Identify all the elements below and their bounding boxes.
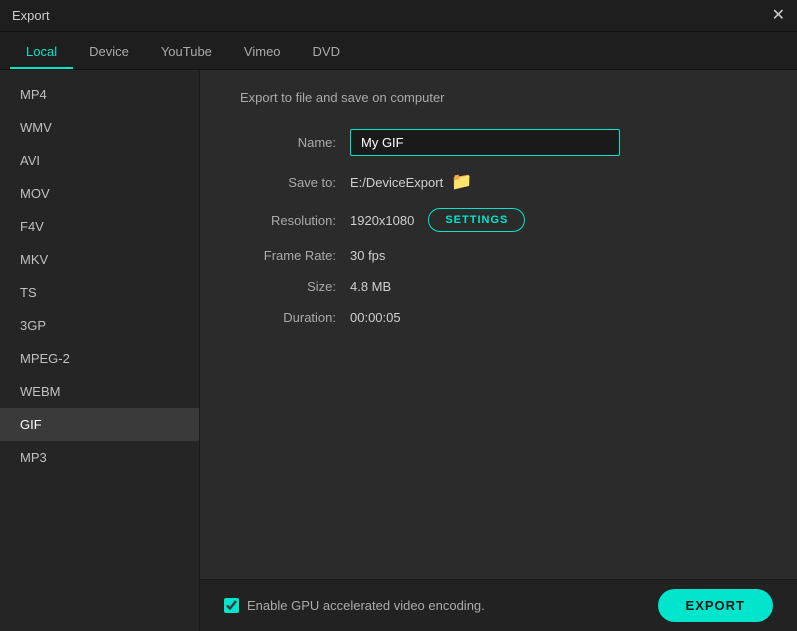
settings-button[interactable]: SETTINGS xyxy=(428,208,525,232)
sidebar-item-wmv[interactable]: WMV xyxy=(0,111,199,144)
sidebar-item-mp3[interactable]: MP3 xyxy=(0,441,199,474)
resolution-row: Resolution: 1920x1080 SETTINGS xyxy=(240,208,757,232)
frame-rate-value: 30 fps xyxy=(350,248,385,263)
size-row: Size: 4.8 MB xyxy=(240,279,757,294)
sidebar-item-mp4[interactable]: MP4 xyxy=(0,78,199,111)
tab-youtube[interactable]: YouTube xyxy=(145,36,228,69)
duration-value: 00:00:05 xyxy=(350,310,401,325)
frame-rate-label: Frame Rate: xyxy=(240,248,350,263)
name-input[interactable] xyxy=(350,129,620,156)
sidebar-item-f4v[interactable]: F4V xyxy=(0,210,199,243)
name-label: Name: xyxy=(240,135,350,150)
save-to-box: E:/DeviceExport 📁 xyxy=(350,172,472,192)
title-bar: Export ✕ xyxy=(0,0,797,32)
duration-row: Duration: 00:00:05 xyxy=(240,310,757,325)
close-button[interactable]: ✕ xyxy=(772,8,785,24)
export-description: Export to file and save on computer xyxy=(240,90,757,105)
tab-local[interactable]: Local xyxy=(10,36,73,69)
export-button[interactable]: EXPORT xyxy=(658,589,773,622)
resolution-value: 1920x1080 xyxy=(350,213,414,228)
sidebar-item-mov[interactable]: MOV xyxy=(0,177,199,210)
sidebar-item-webm[interactable]: WEBM xyxy=(0,375,199,408)
save-to-row: Save to: E:/DeviceExport 📁 xyxy=(240,172,757,192)
gpu-checkbox-row: Enable GPU accelerated video encoding. xyxy=(224,598,485,613)
folder-icon[interactable]: 📁 xyxy=(451,172,472,192)
bottom-bar: Enable GPU accelerated video encoding. E… xyxy=(200,579,797,631)
sidebar-item-gif[interactable]: GIF xyxy=(0,408,199,441)
tab-vimeo[interactable]: Vimeo xyxy=(228,36,297,69)
sidebar: MP4 WMV AVI MOV F4V MKV TS 3GP MPEG-2 WE… xyxy=(0,70,200,631)
save-to-path: E:/DeviceExport xyxy=(350,175,443,190)
save-to-label: Save to: xyxy=(240,175,350,190)
size-value: 4.8 MB xyxy=(350,279,391,294)
sidebar-item-avi[interactable]: AVI xyxy=(0,144,199,177)
size-label: Size: xyxy=(240,279,350,294)
resolution-label: Resolution: xyxy=(240,213,350,228)
content-area: Export to file and save on computer Name… xyxy=(200,70,797,631)
gpu-checkbox[interactable] xyxy=(224,598,239,613)
tab-dvd[interactable]: DVD xyxy=(297,36,356,69)
sidebar-item-mpeg2[interactable]: MPEG-2 xyxy=(0,342,199,375)
duration-label: Duration: xyxy=(240,310,350,325)
main-layout: MP4 WMV AVI MOV F4V MKV TS 3GP MPEG-2 WE… xyxy=(0,70,797,631)
dialog-title: Export xyxy=(12,8,50,23)
tab-device[interactable]: Device xyxy=(73,36,145,69)
sidebar-item-ts[interactable]: TS xyxy=(0,276,199,309)
resolution-value-row: 1920x1080 SETTINGS xyxy=(350,208,525,232)
tab-bar: Local Device YouTube Vimeo DVD xyxy=(0,32,797,70)
frame-rate-row: Frame Rate: 30 fps xyxy=(240,248,757,263)
sidebar-item-3gp[interactable]: 3GP xyxy=(0,309,199,342)
name-row: Name: xyxy=(240,129,757,156)
sidebar-item-mkv[interactable]: MKV xyxy=(0,243,199,276)
gpu-label: Enable GPU accelerated video encoding. xyxy=(247,598,485,613)
